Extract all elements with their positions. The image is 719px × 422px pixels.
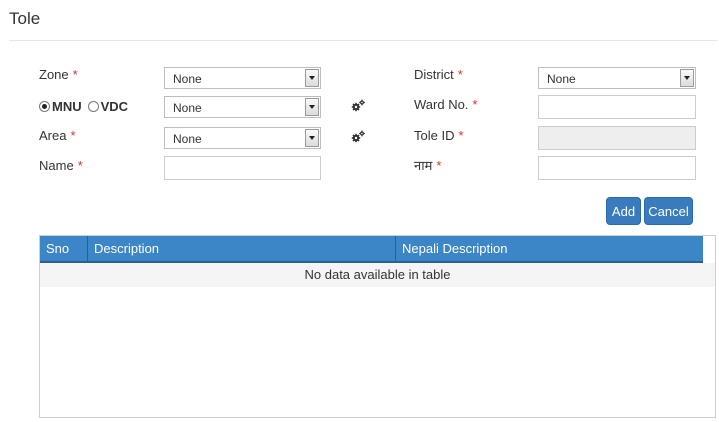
district-select-value: None (547, 72, 576, 86)
type-radio-group: MNU VDC (39, 99, 134, 114)
chevron-down-icon[interactable] (305, 69, 319, 87)
tole-id-label: Tole ID * (414, 128, 464, 143)
vdc-radio-label[interactable]: VDC (101, 99, 128, 114)
mnu-radio-label[interactable]: MNU (52, 99, 82, 114)
zone-label: Zone * (39, 67, 78, 82)
area-select-value: None (173, 132, 202, 146)
gears-icon[interactable] (350, 99, 366, 113)
ward-no-input[interactable] (538, 95, 696, 119)
nepali-name-input[interactable] (538, 156, 696, 180)
area-select[interactable]: None (164, 127, 321, 149)
table-empty-message: No data available in table (40, 263, 715, 287)
mnu-radio[interactable] (39, 101, 50, 112)
required-marker: * (458, 128, 464, 143)
column-header-nepali-description[interactable]: Nepali Description (396, 236, 703, 261)
title-divider (9, 40, 717, 41)
tole-id-input (538, 126, 696, 150)
cancel-button[interactable]: Cancel (644, 197, 693, 225)
chevron-down-icon[interactable] (305, 98, 319, 116)
table-header: Sno Description Nepali Description (40, 236, 703, 263)
required-marker: * (72, 67, 78, 82)
ward-no-label: Ward No. * (414, 97, 478, 112)
zone-select[interactable]: None (164, 67, 321, 89)
chevron-down-icon[interactable] (305, 129, 319, 147)
required-marker: * (436, 158, 442, 173)
column-header-description[interactable]: Description (88, 236, 396, 261)
zone-select-value: None (173, 72, 202, 86)
page-title: Tole (9, 9, 41, 28)
required-marker: * (77, 158, 83, 173)
mnu-vdc-select-value: None (173, 101, 202, 115)
data-table: Sno Description Nepali Description No da… (39, 235, 716, 418)
nepali-name-label: नाम * (414, 158, 442, 173)
area-label: Area * (39, 128, 76, 143)
name-label: Name * (39, 158, 83, 173)
required-marker: * (457, 67, 463, 82)
vdc-radio[interactable] (87, 101, 99, 112)
chevron-down-icon[interactable] (680, 69, 694, 87)
name-input[interactable] (164, 156, 321, 180)
gears-icon[interactable] (350, 130, 366, 144)
column-header-sno[interactable]: Sno (40, 236, 88, 261)
district-select[interactable]: None (538, 67, 696, 89)
mnu-vdc-select[interactable]: None (164, 96, 321, 118)
district-label: District * (414, 67, 463, 82)
required-marker: * (472, 97, 478, 112)
add-button[interactable]: Add (606, 197, 641, 225)
required-marker: * (70, 128, 76, 143)
